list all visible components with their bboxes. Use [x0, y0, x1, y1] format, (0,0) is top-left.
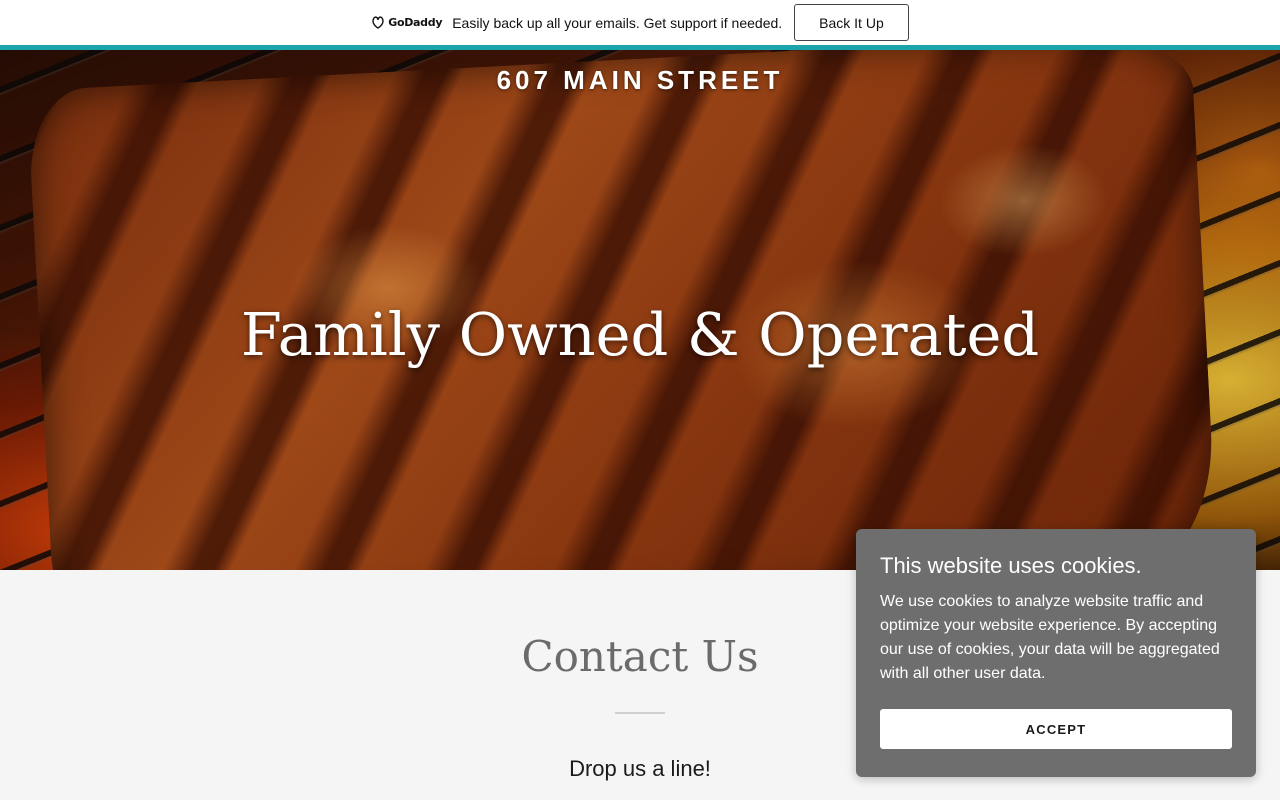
site-title[interactable]: 607 MAIN STREET: [0, 65, 1280, 96]
promo-bar: GoDaddy Easily back up all your emails. …: [0, 0, 1280, 45]
godaddy-logo[interactable]: GoDaddy: [371, 16, 443, 29]
back-it-up-button[interactable]: Back It Up: [794, 4, 909, 41]
promo-message: Easily back up all your emails. Get supp…: [452, 14, 783, 31]
cookie-title: This website uses cookies.: [880, 553, 1142, 578]
godaddy-logo-text: GoDaddy: [388, 16, 443, 29]
section-divider: [615, 712, 665, 714]
hero-tagline: Family Owned & Operated: [240, 300, 1040, 369]
hero-banner: 607 MAIN STREET Family Owned & Operated: [0, 50, 1280, 570]
accept-cookies-button[interactable]: ACCEPT: [880, 709, 1232, 749]
cookie-body: We use cookies to analyze website traffi…: [880, 593, 1220, 682]
cookie-banner: This website uses cookies. We use cookie…: [856, 529, 1256, 777]
godaddy-logo-icon: [372, 16, 384, 29]
